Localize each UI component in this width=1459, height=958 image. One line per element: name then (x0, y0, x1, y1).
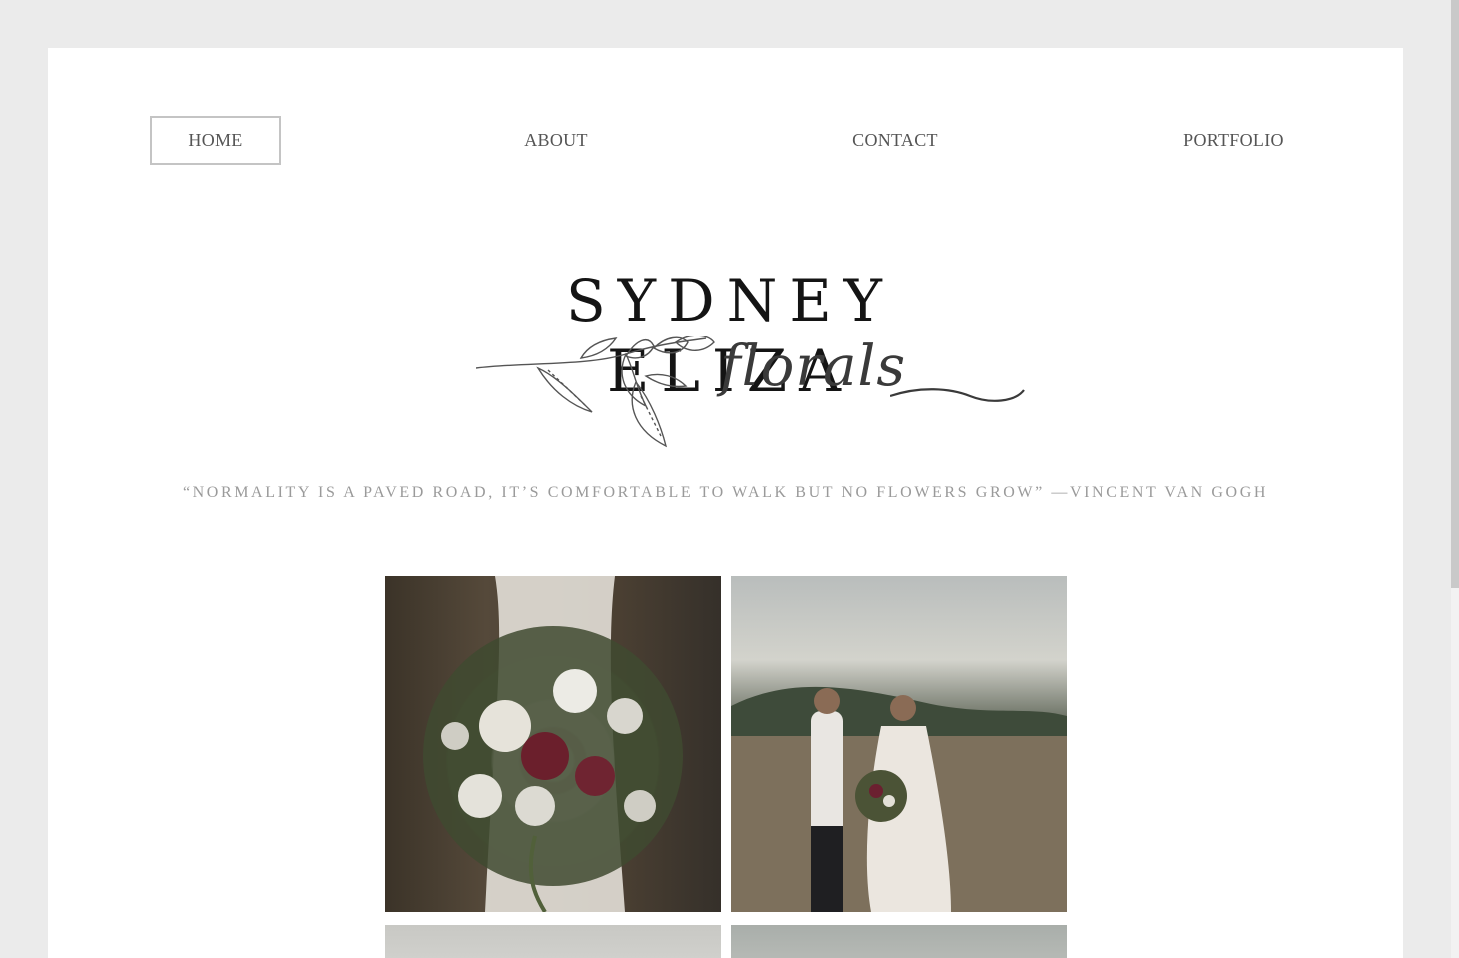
nav-home-link[interactable]: HOME (150, 116, 281, 165)
gallery-photo-4[interactable] (731, 925, 1067, 958)
floral-sprig-icon (476, 336, 715, 448)
page-container: HOME ABOUT CONTACT PORTFOLIO SYDNEY ELIZ… (48, 48, 1403, 958)
nav-portfolio-link[interactable]: PORTFOLIO (1168, 116, 1299, 165)
bouquet-photo[interactable] (385, 576, 721, 912)
swash-icon (890, 388, 1025, 402)
nav-about-link[interactable]: ABOUT (500, 116, 612, 165)
site-logo[interactable]: SYDNEY ELIZA florals (440, 266, 1025, 456)
logo-script: florals (720, 334, 907, 399)
couple-illustration (731, 686, 1067, 912)
tagline-quote: “NORMALITY IS A PAVED ROAD, IT’S COMFORT… (182, 484, 1269, 501)
scrollbar-thumb[interactable] (1451, 0, 1459, 588)
couple-field-photo[interactable] (731, 576, 1067, 912)
gallery-photo-3[interactable] (385, 925, 721, 958)
nav-contact-link[interactable]: CONTACT (834, 116, 956, 165)
bouquet-illustration (423, 576, 683, 912)
